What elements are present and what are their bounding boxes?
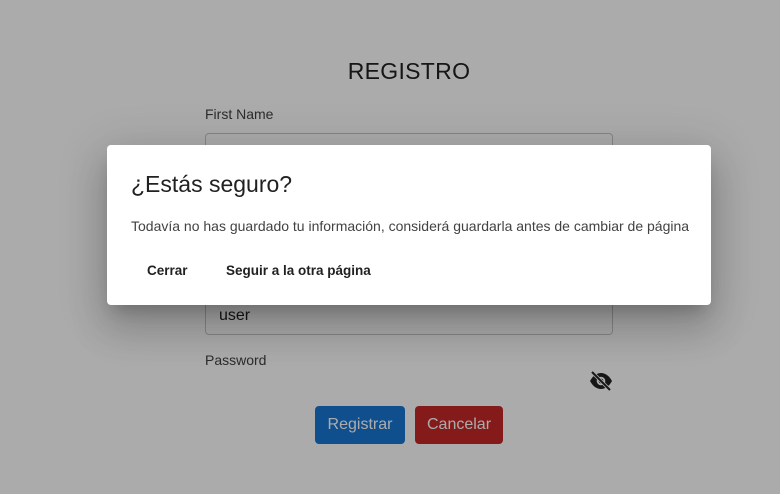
dialog-title: ¿Estás seguro? bbox=[131, 171, 293, 197]
confirm-dialog: ¿Estás seguro? Todavía no has guardado t… bbox=[107, 145, 711, 305]
close-dialog-button[interactable]: Cerrar bbox=[131, 255, 204, 285]
continue-to-page-button[interactable]: Seguir a la otra página bbox=[210, 255, 387, 285]
dialog-message: Todavía no has guardado tu información, … bbox=[131, 218, 690, 234]
